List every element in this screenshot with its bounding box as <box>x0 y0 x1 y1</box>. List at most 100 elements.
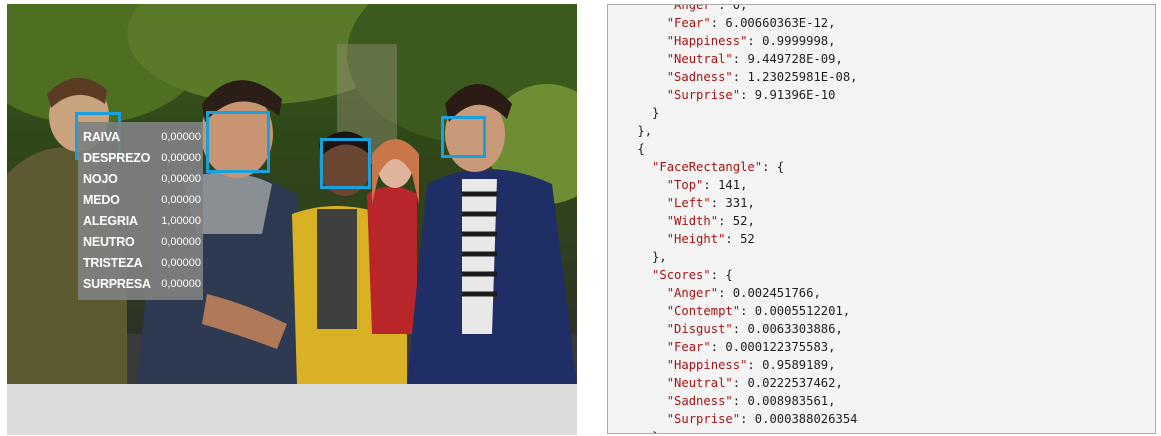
json-value: 331 <box>725 196 748 210</box>
json-line: "Fear": 0.000122375583, <box>666 340 836 354</box>
json-line: "Sadness": 0.008983561, <box>666 394 836 408</box>
json-line: }, <box>608 248 1155 266</box>
face-rectangle-3[interactable] <box>320 138 371 189</box>
emotion-value: 0,00000 <box>161 235 201 248</box>
emotion-label: NEUTRO <box>83 234 135 249</box>
emotion-label: RAIVA <box>83 129 120 144</box>
emotion-value: 0,00000 <box>161 256 201 269</box>
json-line: "Anger": 0.002451766, <box>666 286 821 300</box>
json-line: "Happiness": 0.9999998, <box>666 34 836 48</box>
emotion-value: 0,00000 <box>161 172 201 185</box>
json-line: "Top": 141, <box>666 178 748 192</box>
emotion-scores-overlay: RAIVA 0,00000 DESPREZO 0,00000 NOJO 0,00… <box>78 122 203 300</box>
json-response-panel[interactable]: "Anger": 0, "Fear": 6.00660363E-12, "Hap… <box>607 4 1156 434</box>
json-key: "Fear" <box>666 16 711 30</box>
json-key: "Anger" <box>666 286 719 300</box>
photo-panel: RAIVA 0,00000 DESPREZO 0,00000 NOJO 0,00… <box>7 4 577 435</box>
json-key: "Fear" <box>666 340 711 354</box>
emotion-label: DESPREZO <box>83 150 151 165</box>
json-value: 0.000388026354 <box>754 412 858 426</box>
json-line: "Disgust": 0.0063303886, <box>666 322 843 336</box>
json-key: "FaceRectangle" <box>652 160 763 174</box>
emotion-row-contempt: DESPREZO 0,00000 <box>83 147 201 168</box>
json-line: "Neutral": 0.0222537462, <box>666 376 843 390</box>
emotion-label: TRISTEZA <box>83 255 143 270</box>
emotion-label: SURPRESA <box>83 276 151 291</box>
json-key: "Happiness" <box>666 34 748 48</box>
json-key: "Left" <box>666 196 711 210</box>
json-key: "Scores" <box>652 268 711 282</box>
json-key: "Sadness" <box>666 70 733 84</box>
emotion-row-sadness: TRISTEZA 0,00000 <box>83 252 201 273</box>
json-value: 1.23025981E-08 <box>747 70 851 84</box>
json-line: "Width": 52, <box>666 214 755 228</box>
json-value: 9.449728E-09 <box>747 52 836 66</box>
json-line: } <box>608 428 1155 433</box>
json-brace: }, <box>637 124 653 138</box>
json-line: "Height": 52 <box>666 232 755 246</box>
emotion-label: ALEGRIA <box>83 213 138 228</box>
json-line: } <box>608 104 1155 122</box>
json-value: 52 <box>732 214 748 228</box>
json-key: "Sadness" <box>666 394 733 408</box>
json-key: "Surprise" <box>666 88 741 102</box>
json-key: "Contempt" <box>666 304 741 318</box>
json-line: "Left": 331, <box>666 196 755 210</box>
json-value: { <box>725 268 733 282</box>
json-key: "Neutral" <box>666 376 733 390</box>
json-key: "Anger" <box>666 4 719 12</box>
json-line: { <box>608 140 1155 158</box>
json-value: 0.0222537462 <box>747 376 836 390</box>
json-line: }, <box>608 122 1155 140</box>
face-rectangle-2[interactable] <box>206 111 270 173</box>
emotion-value: 0,00000 <box>161 151 201 164</box>
json-line: "Happiness": 0.9589189, <box>666 358 836 372</box>
emotion-row-happiness: ALEGRIA 1,00000 <box>83 210 201 231</box>
json-brace: } <box>652 430 659 433</box>
json-key: "Top" <box>666 178 704 192</box>
json-key: "Height" <box>666 232 726 246</box>
json-line: "Neutral": 9.449728E-09, <box>666 52 843 66</box>
json-value: 0.008983561 <box>747 394 829 408</box>
json-brace: { <box>637 142 645 156</box>
json-line: "Fear": 6.00660363E-12, <box>666 16 836 30</box>
json-key: "Happiness" <box>666 358 748 372</box>
json-key: "Neutral" <box>666 52 733 66</box>
json-brace: }, <box>652 250 667 264</box>
emotion-value: 0,00000 <box>161 277 201 290</box>
json-value: 0.000122375583 <box>725 340 829 354</box>
emotion-value: 1,00000 <box>161 214 201 227</box>
emotion-label: NOJO <box>83 171 118 186</box>
json-key: "Width" <box>666 214 719 228</box>
emotion-row-disgust: NOJO 0,00000 <box>83 168 201 189</box>
emotion-row-surprise: SURPRESA 0,00000 <box>83 273 201 294</box>
emotion-value: 0,00000 <box>161 130 201 143</box>
json-line: "Contempt": 0.0005512201, <box>666 304 851 318</box>
json-value: 52 <box>740 232 755 246</box>
emotion-row-fear: MEDO 0,00000 <box>83 189 201 210</box>
json-value: 0 <box>732 4 741 12</box>
json-value: 141 <box>718 178 741 192</box>
json-line: "Sadness": 1.23025981E-08, <box>666 70 858 84</box>
json-value: 9.91396E-10 <box>754 88 836 102</box>
json-code-block: "Anger": 0, "Fear": 6.00660363E-12, "Hap… <box>608 4 1155 433</box>
emotion-label: MEDO <box>83 192 120 207</box>
group-photo: RAIVA 0,00000 DESPREZO 0,00000 NOJO 0,00… <box>7 4 577 384</box>
json-key: "Disgust" <box>666 322 733 336</box>
emotion-value: 0,00000 <box>161 193 201 206</box>
json-value: 0.002451766 <box>732 286 814 300</box>
json-value: 0.9999998 <box>762 34 829 48</box>
json-line: "Surprise": 0.000388026354 <box>666 412 858 426</box>
json-key: "Surprise" <box>666 412 741 426</box>
json-line: "Anger": 0, <box>608 4 1155 14</box>
face-rectangle-4[interactable] <box>441 116 486 158</box>
json-line: "Scores": { <box>652 268 733 282</box>
emotion-row-neutral: NEUTRO 0,00000 <box>83 231 201 252</box>
emotion-row-anger: RAIVA 0,00000 <box>83 126 201 147</box>
json-line: "FaceRectangle": { <box>652 160 785 174</box>
json-line: "Surprise": 9.91396E-10 <box>666 88 836 102</box>
json-value: 0.9589189 <box>762 358 829 372</box>
json-value: { <box>776 160 785 174</box>
json-brace: } <box>652 106 660 120</box>
json-value: 0.0005512201 <box>754 304 843 318</box>
